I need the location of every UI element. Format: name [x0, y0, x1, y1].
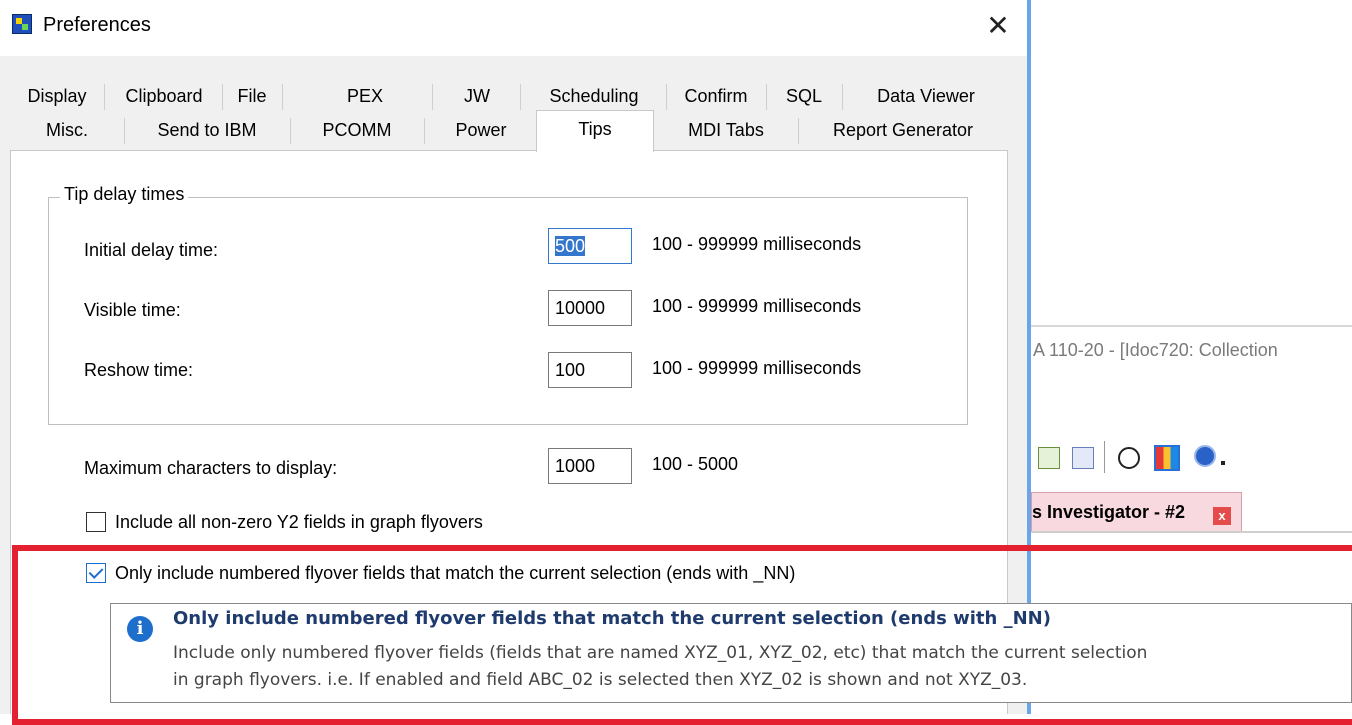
tab-report-generator[interactable]: Report Generator — [800, 114, 1006, 146]
tab-divider — [290, 118, 291, 144]
tooltip-body: Include only numbered flyover fields (fi… — [173, 640, 1147, 694]
tab-divider — [842, 84, 843, 110]
tab-divider — [766, 84, 767, 110]
tooltip-line-2: in graph flyovers. i.e. If enabled and f… — [173, 670, 1028, 690]
tab-divider — [520, 84, 521, 110]
chart-icon[interactable] — [1154, 445, 1180, 471]
refresh-icon[interactable] — [1038, 447, 1060, 469]
info-icon: i — [127, 616, 153, 642]
visible-time-label: Visible time: — [84, 300, 181, 320]
background-tab-close-icon[interactable]: x — [1213, 507, 1231, 525]
tab-mdi-tabs[interactable]: MDI Tabs — [656, 114, 796, 146]
tooltip-line-1: Include only numbered flyover fields (fi… — [173, 643, 1148, 663]
background-window-edge — [1031, 325, 1352, 327]
tab-tips[interactable]: Tips — [536, 110, 654, 152]
title-bar: Preferences ✕ — [0, 0, 1027, 56]
max-chars-field[interactable]: 1000 — [548, 448, 632, 484]
edit-icon[interactable] — [1072, 447, 1094, 469]
tooltip-popup: i Only include numbered flyover fields t… — [110, 603, 1352, 703]
tab-divider — [424, 118, 425, 144]
tab-power[interactable]: Power — [426, 114, 536, 146]
tab-pcomm[interactable]: PCOMM — [292, 114, 422, 146]
numbered-fields-checkbox[interactable] — [86, 563, 106, 583]
tab-send-to-ibm[interactable]: Send to IBM — [126, 114, 288, 146]
tab-clipboard[interactable]: Clipboard — [108, 80, 220, 112]
visible-time-field[interactable]: 10000 — [548, 290, 632, 326]
clock-icon[interactable] — [1118, 447, 1140, 469]
tab-data-viewer[interactable]: Data Viewer — [846, 80, 1006, 112]
background-document-tab[interactable]: s Investigator - #2 — [1031, 492, 1242, 532]
max-chars-label: Maximum characters to display: — [84, 458, 338, 478]
help-icon[interactable] — [1194, 445, 1216, 467]
reshow-time-range: 100 - 999999 milliseconds — [652, 358, 862, 378]
numbered-fields-label: Only include numbered flyover fields tha… — [115, 563, 796, 583]
toolbar-separator — [1104, 441, 1105, 473]
reshow-time-field[interactable]: 100 — [548, 352, 632, 388]
tab-divider — [798, 118, 799, 144]
initial-delay-range: 100 - 999999 milliseconds — [652, 234, 862, 254]
tab-divider — [104, 84, 105, 110]
initial-delay-value: 500 — [555, 236, 586, 256]
group-title: Tip delay times — [60, 184, 189, 205]
tooltip-title: Only include numbered flyover fields tha… — [173, 608, 1051, 629]
tab-divider — [124, 118, 125, 144]
max-chars-range: 100 - 5000 — [652, 454, 739, 474]
dialog-title: Preferences — [43, 14, 151, 36]
tab-divider — [666, 84, 667, 110]
background-tab-underline — [1031, 531, 1352, 533]
reshow-time-label: Reshow time: — [84, 360, 194, 380]
tab-file[interactable]: File — [226, 80, 278, 112]
initial-delay-label: Initial delay time: — [84, 240, 219, 260]
tab-misc[interactable]: Misc. — [12, 114, 122, 146]
tab-divider — [282, 84, 283, 110]
tab-scheduling[interactable]: Scheduling — [524, 80, 664, 112]
tab-jw[interactable]: JW — [436, 80, 518, 112]
visible-time-range: 100 - 999999 milliseconds — [652, 296, 862, 316]
y2-fields-label: Include all non-zero Y2 fields in graph … — [115, 512, 483, 532]
tab-pex[interactable]: PEX — [300, 80, 430, 112]
tab-confirm[interactable]: Confirm — [668, 80, 764, 112]
app-icon — [12, 14, 32, 34]
tab-display[interactable]: Display — [12, 80, 102, 112]
close-icon[interactable]: ✕ — [982, 10, 1014, 42]
tab-divider — [222, 84, 223, 110]
tab-sql[interactable]: SQL — [768, 80, 840, 112]
tab-divider — [432, 84, 433, 110]
background-tab-label: s Investigator - #2 — [1032, 502, 1186, 522]
y2-fields-checkbox[interactable] — [86, 512, 106, 532]
initial-delay-field[interactable]: 500 — [548, 228, 632, 264]
background-window-title: A 110-20 - [Idoc720: Collection — [1033, 340, 1278, 360]
dropdown-indicator-icon[interactable] — [1221, 461, 1225, 465]
